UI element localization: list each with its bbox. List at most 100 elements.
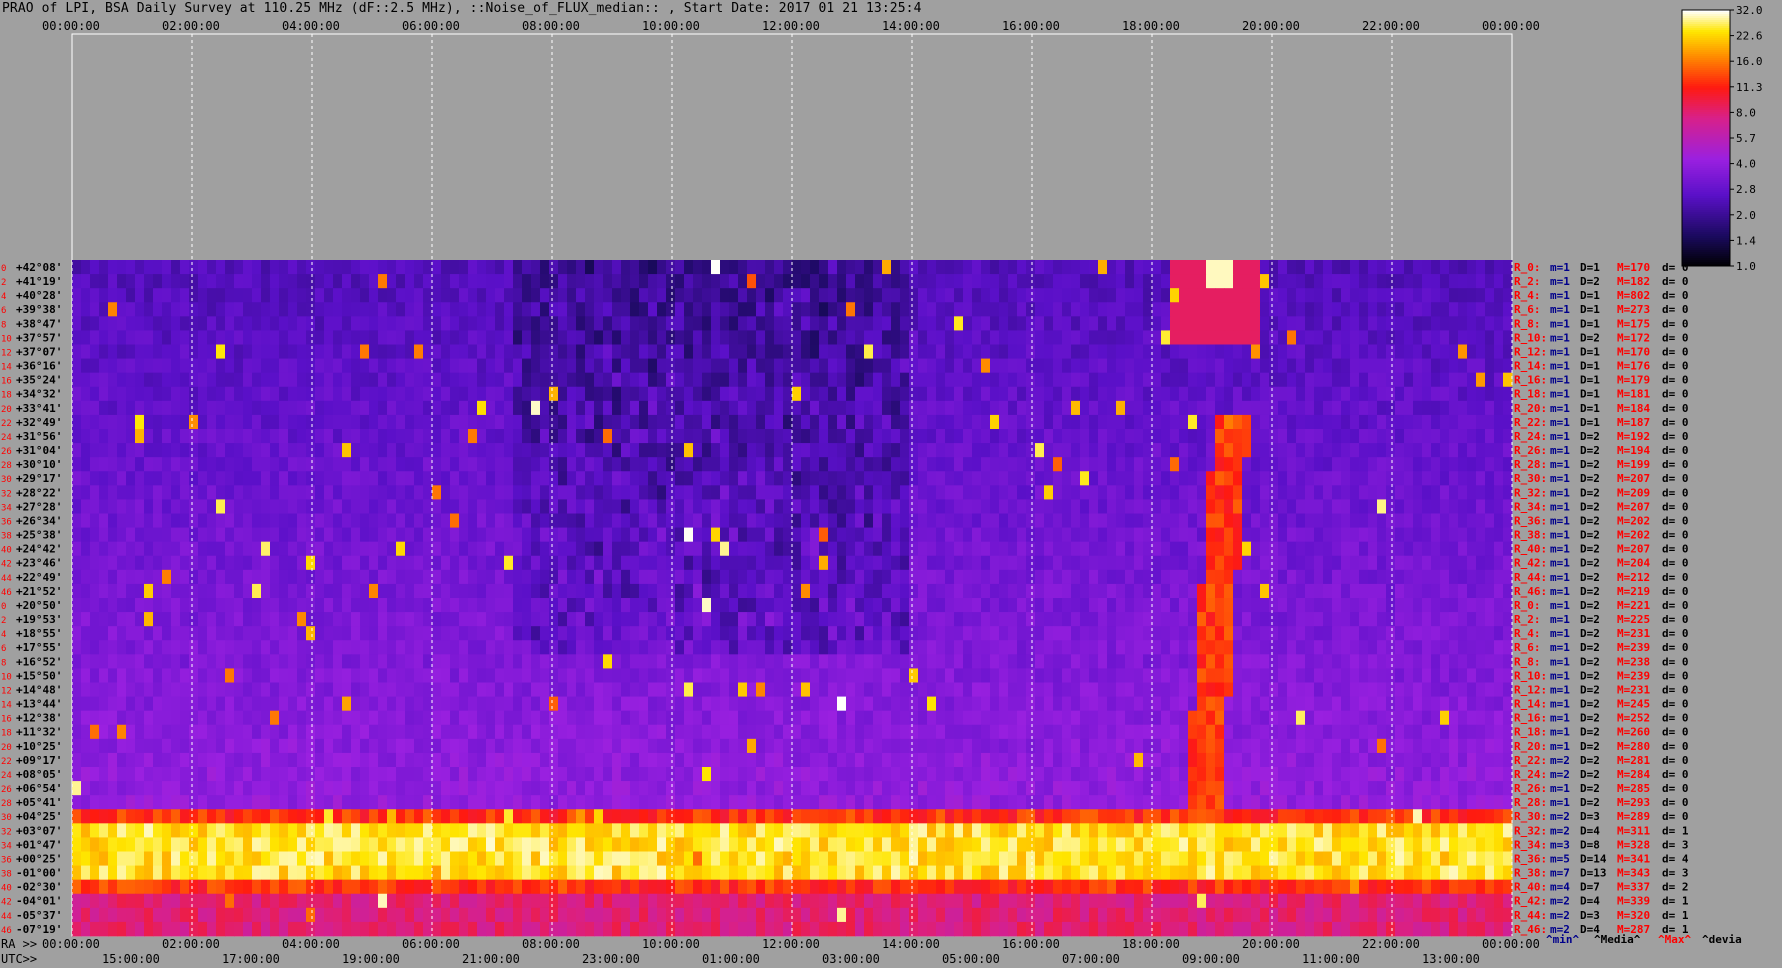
heatmap-cell xyxy=(1260,260,1270,275)
heatmap-cell xyxy=(342,569,352,585)
heatmap-cell xyxy=(333,260,343,275)
heatmap-cell xyxy=(1188,598,1198,613)
heatmap-cell xyxy=(162,583,172,599)
heatmap-cell xyxy=(423,541,433,557)
heatmap-cell xyxy=(639,358,649,374)
heatmap-cell xyxy=(279,457,289,472)
heatmap-cell xyxy=(342,316,352,331)
heatmap-cell xyxy=(81,598,91,613)
heatmap-cell xyxy=(612,499,622,514)
heatmap-cell xyxy=(1188,654,1198,669)
heatmap-cell xyxy=(81,499,91,514)
heatmap-cell xyxy=(1143,260,1153,275)
heatmap-cell xyxy=(369,555,379,571)
heatmap-cell xyxy=(1206,513,1216,528)
heatmap-cell xyxy=(1314,274,1324,289)
heatmap-cell xyxy=(144,372,154,388)
heatmap-cell xyxy=(378,274,388,289)
heatmap-cell xyxy=(1449,471,1459,486)
heatmap-cell xyxy=(1062,358,1072,374)
heatmap-cell xyxy=(1296,555,1306,571)
heatmap-cell xyxy=(1134,316,1144,331)
heatmap-cell xyxy=(189,429,199,444)
heatmap-cell xyxy=(1080,358,1090,374)
heatmap-cell xyxy=(774,513,784,528)
heatmap-cell xyxy=(342,443,352,458)
heatmap-cell xyxy=(1404,513,1414,528)
heatmap-cell xyxy=(918,288,928,303)
heatmap-cell xyxy=(1422,499,1432,514)
heatmap-cell xyxy=(387,414,397,430)
heatmap-cell xyxy=(1062,513,1072,528)
heatmap-cell xyxy=(549,499,559,514)
heatmap-cell xyxy=(1098,386,1108,402)
heatmap-cell xyxy=(1188,316,1198,331)
heatmap-cell xyxy=(1296,429,1306,444)
heatmap-cell xyxy=(423,288,433,303)
heatmap-cell xyxy=(1449,386,1459,402)
heatmap-cell xyxy=(90,626,100,641)
heatmap-cell xyxy=(621,485,631,500)
heatmap-cell xyxy=(1143,569,1153,585)
heatmap-cell xyxy=(459,414,469,430)
heatmap-cell xyxy=(423,612,433,627)
heatmap-cell xyxy=(1377,358,1387,374)
heatmap-cell xyxy=(810,654,820,669)
heatmap-cell xyxy=(108,654,118,669)
heatmap-cell xyxy=(1224,555,1234,571)
heatmap-cell xyxy=(198,626,208,641)
heatmap-cell xyxy=(1494,654,1504,669)
heatmap-cell xyxy=(927,288,937,303)
heatmap-cell xyxy=(1134,358,1144,374)
heatmap-cell xyxy=(1341,358,1351,374)
heatmap-cell xyxy=(378,457,388,472)
heatmap-cell xyxy=(936,330,946,345)
heatmap-cell xyxy=(810,443,820,458)
heatmap-cell xyxy=(495,316,505,331)
heatmap-cell xyxy=(918,386,928,402)
heatmap-cell xyxy=(945,471,955,486)
heatmap-cell xyxy=(891,457,901,472)
heatmap-cell xyxy=(675,400,685,416)
heatmap-cell xyxy=(432,499,442,514)
heatmap-cell xyxy=(828,583,838,599)
heatmap-cell xyxy=(342,682,352,697)
heatmap-cell xyxy=(828,569,838,585)
heatmap-cell xyxy=(990,668,1000,683)
heatmap-cell xyxy=(99,457,109,472)
heatmap-cell xyxy=(108,344,118,359)
heatmap-cell xyxy=(144,344,154,359)
heatmap-cell xyxy=(1062,330,1072,345)
heatmap-cell xyxy=(189,541,199,557)
heatmap-cell xyxy=(783,598,793,613)
heatmap-cell xyxy=(1503,457,1513,472)
heatmap-cell xyxy=(90,372,100,388)
heatmap-cell xyxy=(1314,682,1324,697)
heatmap-cell xyxy=(675,316,685,331)
heatmap-cell xyxy=(1233,429,1243,444)
heatmap-cell xyxy=(1341,640,1351,655)
heatmap-cell xyxy=(567,260,577,275)
heatmap-cell xyxy=(1035,457,1045,472)
heatmap-cell xyxy=(243,485,253,500)
heatmap-cell xyxy=(1422,668,1432,683)
heatmap-cell xyxy=(738,288,748,303)
heatmap-cell xyxy=(648,344,658,359)
heatmap-cell xyxy=(540,499,550,514)
heatmap-cell xyxy=(1458,372,1468,388)
heatmap-cell xyxy=(648,330,658,345)
heatmap-cell xyxy=(945,400,955,416)
heatmap-cell xyxy=(99,682,109,697)
heatmap-cell xyxy=(1395,668,1405,683)
heatmap-cell xyxy=(1053,302,1063,317)
heatmap-cell xyxy=(612,288,622,303)
heatmap-cell xyxy=(540,302,550,317)
heatmap-cell xyxy=(333,400,343,416)
heatmap-cell xyxy=(369,499,379,514)
heatmap-cell xyxy=(1269,583,1279,599)
heatmap-cell xyxy=(801,457,811,472)
heatmap-cell xyxy=(648,457,658,472)
heatmap-cell xyxy=(315,626,325,641)
heatmap-cell xyxy=(288,583,298,599)
heatmap-cell xyxy=(639,499,649,514)
